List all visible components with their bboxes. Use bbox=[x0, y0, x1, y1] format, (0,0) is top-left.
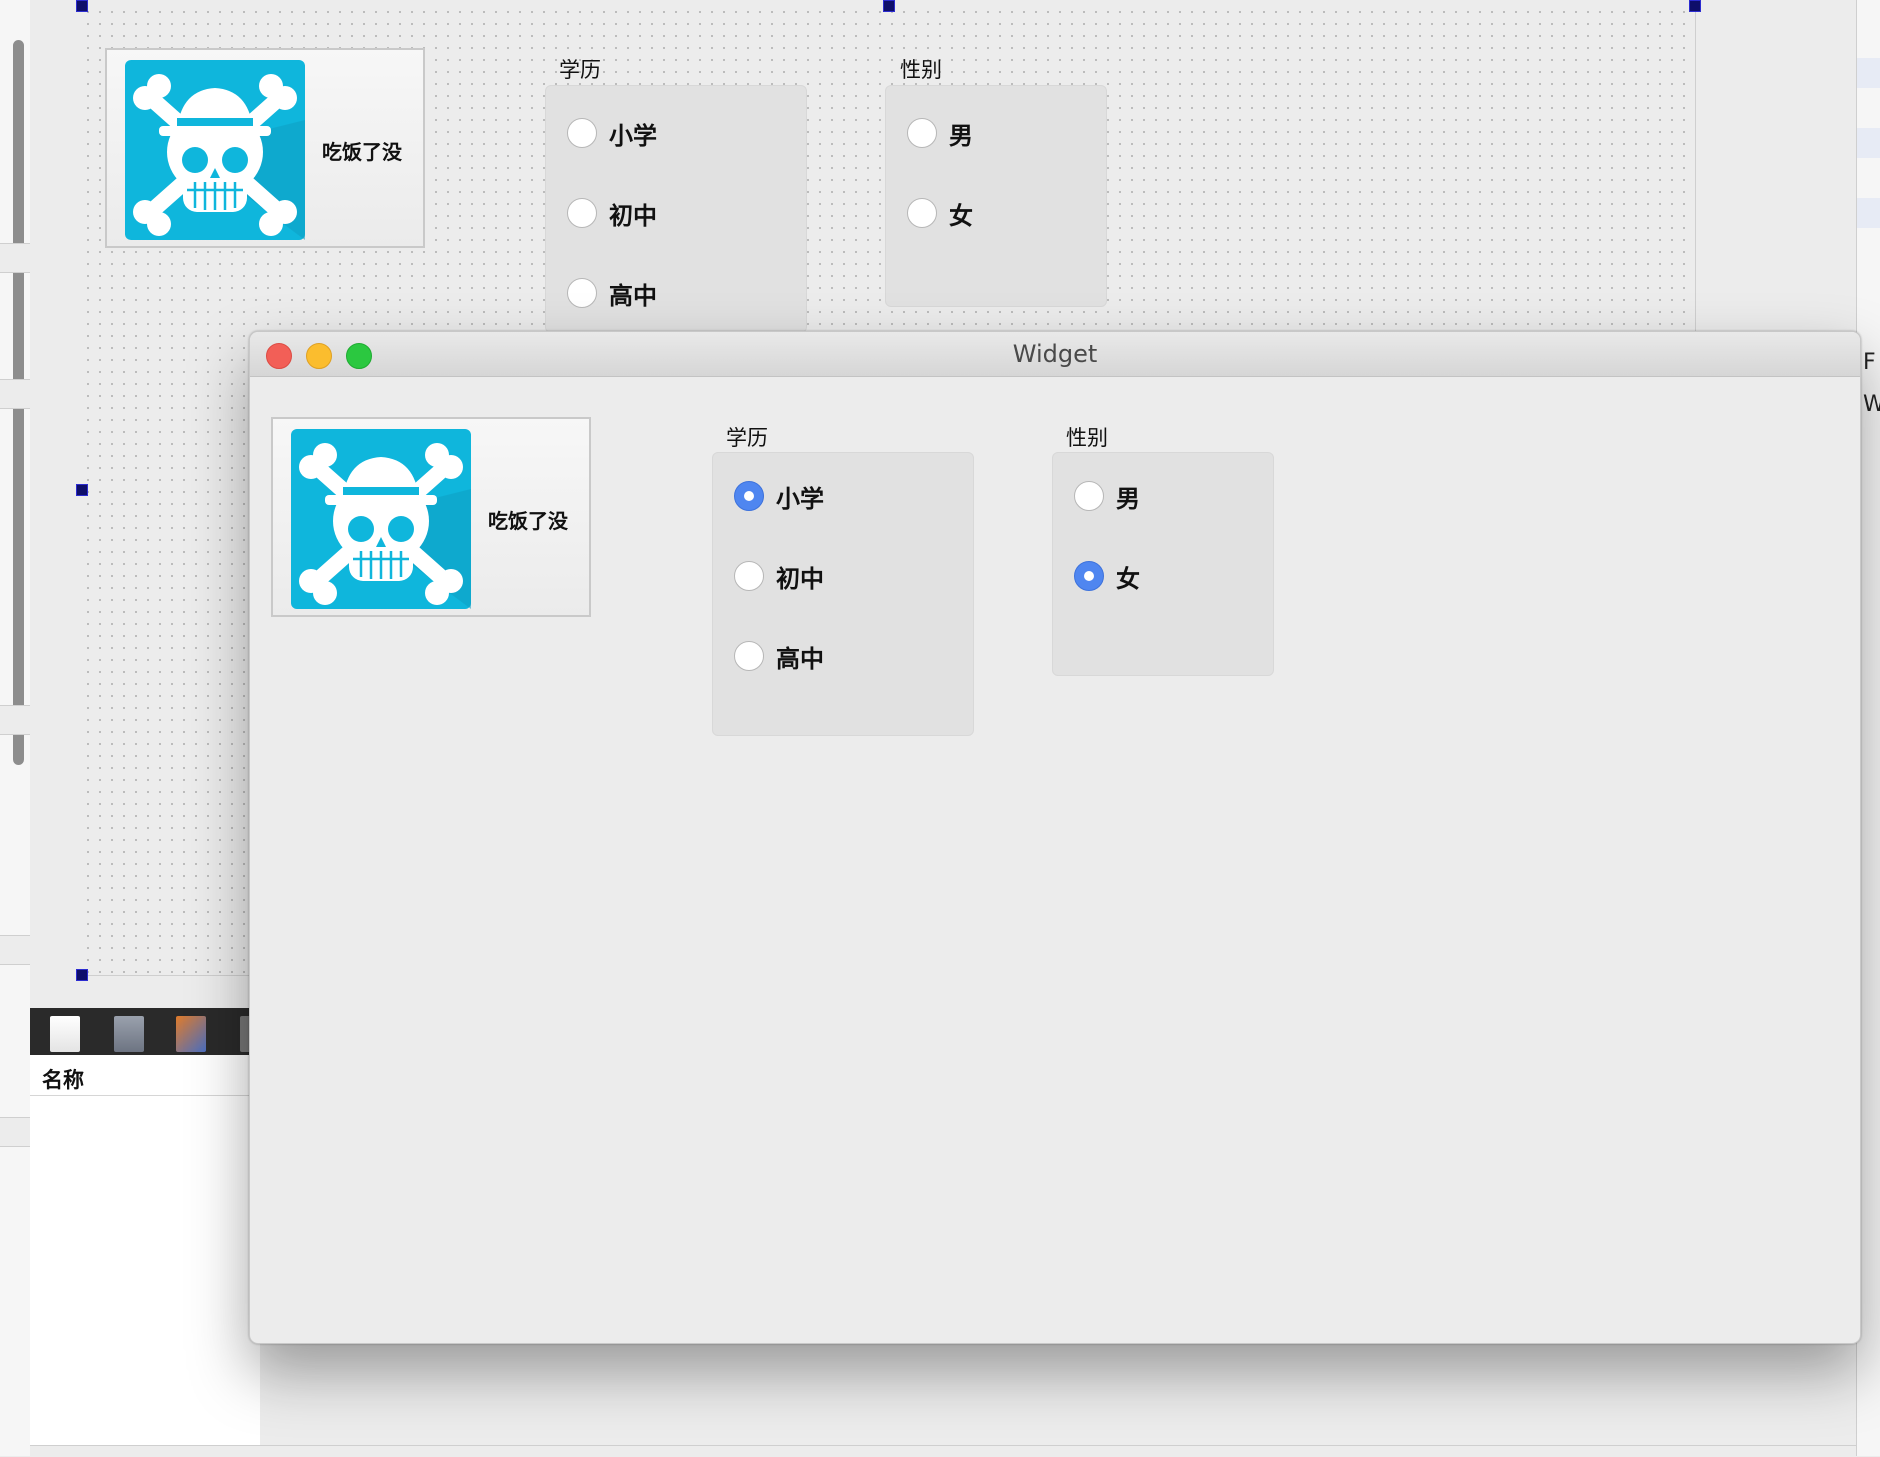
card-caption: 吃饭了没 bbox=[488, 509, 568, 533]
resize-handle[interactable] bbox=[76, 0, 88, 12]
straw-hat-jolly-roger-icon bbox=[291, 429, 471, 609]
radio-female[interactable]: 女 bbox=[1074, 559, 1140, 593]
radio-button-checked[interactable] bbox=[734, 481, 764, 511]
status-bar bbox=[30, 1445, 1856, 1457]
copy-file-icon[interactable] bbox=[114, 1016, 144, 1052]
education-group-title: 学历 bbox=[726, 426, 768, 450]
left-panel-row[interactable] bbox=[0, 243, 30, 273]
window-titlebar[interactable]: Widget bbox=[250, 332, 1860, 377]
radio-junior-high[interactable]: 初中 bbox=[734, 559, 824, 593]
straw-hat-jolly-roger-icon bbox=[125, 60, 305, 240]
left-panel-row[interactable] bbox=[0, 379, 30, 409]
radio-button-checked[interactable] bbox=[1074, 561, 1104, 591]
radio-button[interactable] bbox=[907, 118, 937, 148]
gender-group-title: 性别 bbox=[1066, 426, 1108, 450]
window-title: Widget bbox=[1012, 340, 1098, 368]
designer-radio-female[interactable]: 女 bbox=[907, 196, 973, 230]
designer-image-card[interactable]: 吃饭了没 bbox=[105, 48, 425, 248]
designer-radio-male[interactable]: 男 bbox=[907, 116, 973, 150]
right-panel-letter: F bbox=[1863, 350, 1876, 375]
designer-radio-primary[interactable]: 小学 bbox=[567, 116, 657, 150]
left-panel-row[interactable] bbox=[0, 705, 30, 735]
image-card[interactable]: 吃饭了没 bbox=[271, 417, 591, 617]
resize-handle[interactable] bbox=[883, 0, 895, 12]
radio-senior-high[interactable]: 高中 bbox=[734, 639, 824, 673]
radio-primary-school[interactable]: 小学 bbox=[734, 479, 824, 513]
radio-button[interactable] bbox=[567, 198, 597, 228]
radio-male[interactable]: 男 bbox=[1074, 479, 1140, 513]
radio-button[interactable] bbox=[1074, 481, 1104, 511]
resize-handle[interactable] bbox=[76, 484, 88, 496]
widget-window: Widget 吃饭了没 学历 小学 初中 高中 性别 男 女 bbox=[249, 331, 1861, 1344]
left-panel-row[interactable] bbox=[0, 935, 30, 965]
designer-radio-junior[interactable]: 初中 bbox=[567, 196, 657, 230]
left-panel-row[interactable] bbox=[0, 1117, 30, 1147]
resource-column-header[interactable]: 名称 bbox=[30, 1055, 260, 1096]
designer-education-group[interactable]: 小学 初中 高中 bbox=[545, 85, 807, 333]
radio-button[interactable] bbox=[567, 118, 597, 148]
gender-group: 男 女 bbox=[1052, 452, 1274, 676]
name-column-label: 名称 bbox=[42, 1068, 84, 1092]
designer-gender-group[interactable]: 男 女 bbox=[885, 85, 1107, 307]
designer-education-title: 学历 bbox=[559, 58, 601, 82]
radio-button[interactable] bbox=[734, 641, 764, 671]
designer-radio-senior[interactable]: 高中 bbox=[567, 276, 657, 310]
resize-handle[interactable] bbox=[1689, 0, 1701, 12]
image-resource-icon[interactable] bbox=[176, 1016, 206, 1052]
designer-gender-title: 性别 bbox=[900, 58, 942, 82]
new-file-icon[interactable] bbox=[50, 1016, 80, 1052]
left-side-panel bbox=[0, 0, 31, 1456]
radio-button[interactable] bbox=[734, 561, 764, 591]
resource-toolbar bbox=[30, 1008, 260, 1055]
designer-card-caption: 吃饭了没 bbox=[322, 140, 402, 164]
radio-button[interactable] bbox=[567, 278, 597, 308]
radio-button[interactable] bbox=[907, 198, 937, 228]
resource-browser-panel: 名称 bbox=[30, 1008, 260, 1456]
education-group: 小学 初中 高中 bbox=[712, 452, 974, 736]
resize-handle[interactable] bbox=[76, 969, 88, 981]
right-panel-letter: W bbox=[1863, 392, 1880, 417]
